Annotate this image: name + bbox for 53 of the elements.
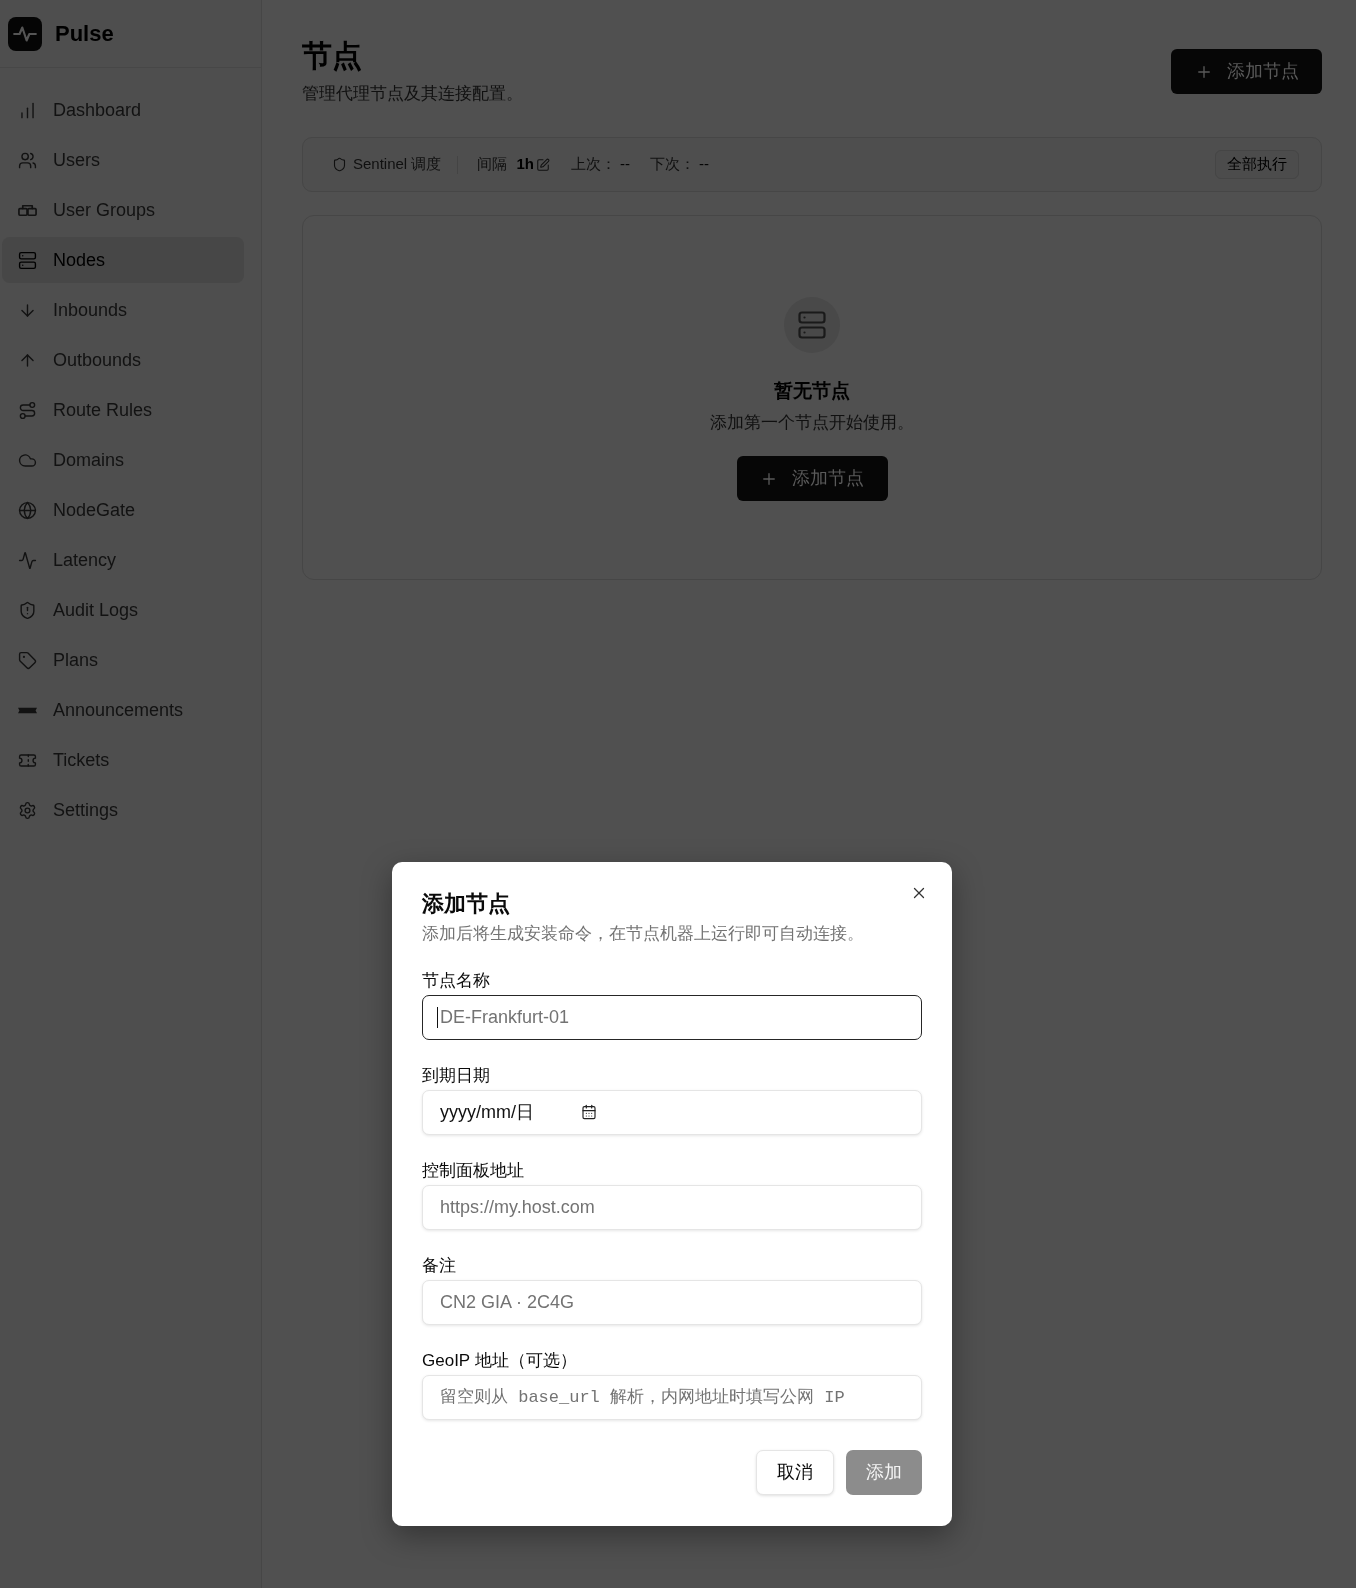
text-cursor-icon [437, 1007, 438, 1028]
add-node-button[interactable]: 添加节点 [736, 456, 888, 501]
sidebar-item[interactable]: NodeGate [2, 487, 244, 533]
dialog-description: 添加后将生成安装命令，在节点机器上运行即可自动连接。 [422, 923, 865, 945]
tag-icon [18, 650, 37, 670]
sidebar-item[interactable]: Outbounds [2, 337, 244, 383]
calendar-icon[interactable] [581, 1104, 597, 1120]
next-run-label: 下次： [649, 154, 695, 175]
empty-description: 添加第一个节点开始使用。 [710, 412, 914, 434]
sidebar-item[interactable]: User Groups [2, 187, 244, 233]
last-run-label: 上次： [570, 154, 616, 175]
interval-label: 间隔 [477, 154, 508, 175]
bar-chart-icon [18, 100, 37, 120]
next-run-value: -- [698, 154, 709, 175]
sidebar-item[interactable]: Audit Logs [2, 587, 244, 633]
field-label: 备注 [422, 1255, 457, 1277]
pulse-logo-icon [8, 16, 42, 51]
users-icon [18, 150, 37, 170]
sidebar-item[interactable]: Settings [2, 787, 244, 833]
sidebar-item[interactable]: Tickets [2, 737, 244, 783]
cancel-button[interactable]: 取消 [756, 1450, 834, 1495]
sidebar-item[interactable]: Domains [2, 437, 244, 483]
page-subtitle: 管理代理节点及其连接配置。 [302, 83, 523, 105]
field-label: 节点名称 [422, 970, 491, 992]
server-icon [18, 250, 37, 270]
run-all-button[interactable]: 全部执行 [1215, 150, 1299, 179]
page-title: 节点 [302, 38, 363, 74]
shield-icon [332, 157, 347, 172]
input-field[interactable]: DE-Frankfurt-01 [422, 995, 922, 1040]
sidebar-item[interactable]: Users [2, 137, 244, 183]
sidebar-item[interactable]: Inbounds [2, 287, 244, 333]
field-label: GeoIP 地址（可选） [422, 1350, 578, 1372]
field-label: 控制面板地址 [422, 1160, 525, 1182]
dialog-title: 添加节点 [422, 890, 511, 918]
empty-title: 暂无节点 [774, 379, 850, 403]
sidebar-item[interactable]: Announcements [2, 687, 244, 733]
pulse-line-icon [18, 550, 37, 570]
settings-icon [18, 800, 37, 820]
globe-icon [18, 500, 37, 520]
interval-value: 1h [516, 154, 534, 175]
sidebar-item[interactable]: Nodes [2, 237, 244, 283]
sidebar-item[interactable]: Latency [2, 537, 244, 583]
sidebar-item[interactable]: Plans [2, 637, 244, 683]
shield-alert-icon [18, 600, 37, 620]
sidebar-item[interactable]: Route Rules [2, 387, 244, 433]
add-node-button[interactable]: 添加节点 [1171, 49, 1322, 94]
route-icon [18, 400, 37, 420]
app-name: Pulse [55, 20, 114, 48]
date-field[interactable]: yyyy/mm/日 [422, 1090, 922, 1135]
scheduler-label: Sentinel 调度 [353, 154, 442, 175]
last-run-value: -- [619, 154, 630, 175]
field-label: 到期日期 [422, 1065, 491, 1087]
sidebar-item[interactable]: Dashboard [2, 87, 244, 133]
